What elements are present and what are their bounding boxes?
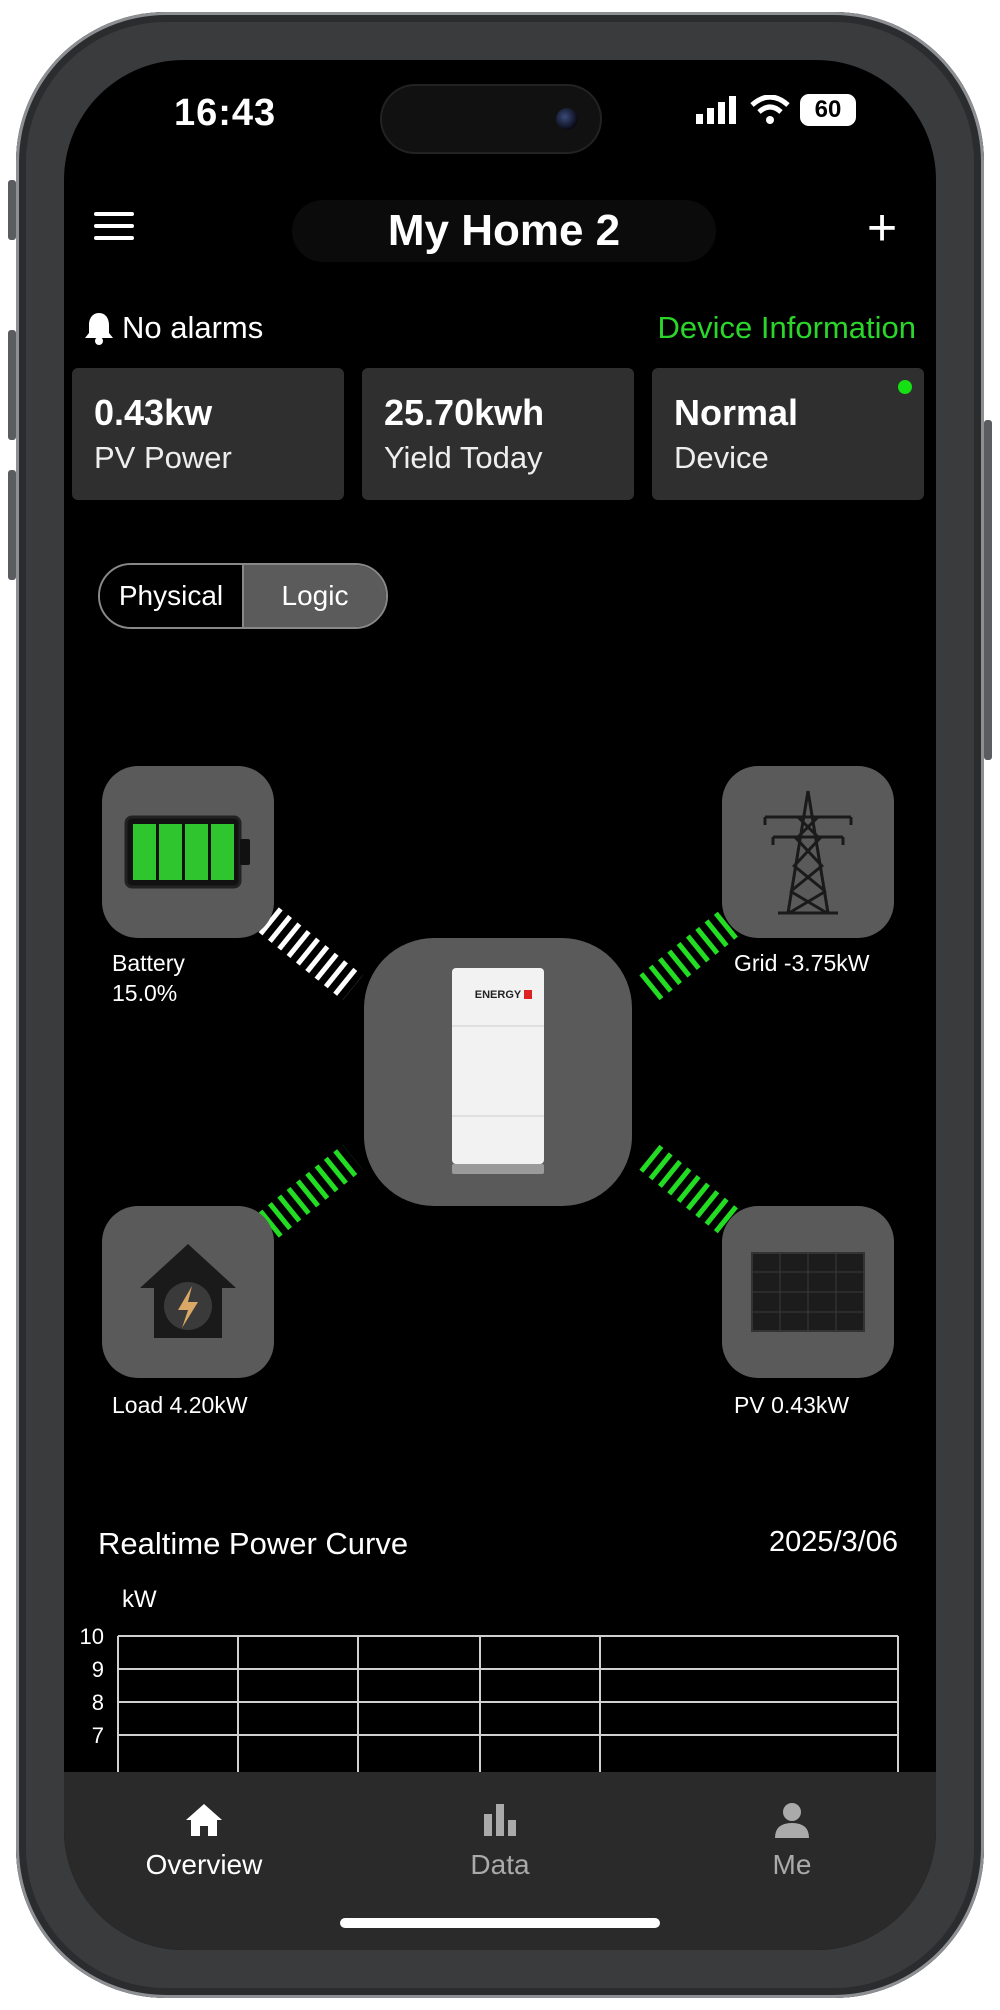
pv-node[interactable] — [722, 1206, 894, 1378]
chart-unit-label: kW — [122, 1586, 157, 1613]
pv-label: PV 0.43kW — [734, 1392, 850, 1418]
y-tick-label: 9 — [92, 1657, 104, 1682]
person-icon — [775, 1803, 809, 1838]
battery-cell — [211, 824, 234, 880]
solar-panel-icon — [751, 1252, 865, 1332]
tab-overview[interactable]: Overview — [114, 1802, 294, 1881]
chart-title: Realtime Power Curve — [98, 1526, 409, 1561]
home-load-icon — [140, 1244, 236, 1338]
power-tower-icon — [763, 790, 853, 915]
realtime-power-chart: 10 9 8 7 — [80, 1624, 899, 1780]
load-label: Load 4.20kW — [112, 1392, 248, 1418]
volume-down-button — [8, 470, 16, 580]
power-button — [984, 420, 992, 760]
inverter-brand-text: ENERGY — [475, 989, 522, 1001]
grid-node[interactable] — [722, 766, 894, 938]
bar-chart-icon — [484, 1804, 516, 1836]
battery-percent: 15.0% — [112, 980, 178, 1006]
inverter-node[interactable]: ENERGY — [364, 938, 632, 1206]
volume-up-button — [8, 330, 16, 440]
tab-data[interactable]: Data — [410, 1802, 590, 1881]
tab-data-label: Data — [470, 1849, 530, 1880]
battery-node[interactable] — [102, 766, 274, 938]
y-tick-label: 8 — [92, 1690, 104, 1715]
home-icon — [186, 1804, 222, 1836]
inverter-battery-unit-icon: ENERGY — [452, 968, 544, 1174]
chart-date[interactable]: 2025/3/06 — [769, 1526, 898, 1559]
battery-label-text: Battery — [112, 950, 185, 976]
y-tick-label: 7 — [92, 1723, 104, 1748]
battery-cell — [159, 824, 182, 880]
battery-label: Battery 15.0% — [112, 948, 185, 1008]
y-tick-label: 10 — [80, 1624, 104, 1649]
battery-cell — [133, 824, 156, 880]
tab-overview-label: Overview — [145, 1849, 263, 1880]
battery-cell — [185, 824, 208, 880]
action-button — [8, 180, 16, 240]
grid-label: Grid -3.75kW — [734, 950, 870, 976]
load-node[interactable] — [102, 1206, 274, 1378]
app-screen: 16:43 60 My Home 2 + No alarms Device In… — [64, 60, 936, 1950]
battery-icon — [124, 815, 250, 889]
tab-me-label: Me — [772, 1849, 812, 1880]
home-indicator[interactable] — [340, 1918, 660, 1928]
tab-me[interactable]: Me — [702, 1802, 882, 1881]
